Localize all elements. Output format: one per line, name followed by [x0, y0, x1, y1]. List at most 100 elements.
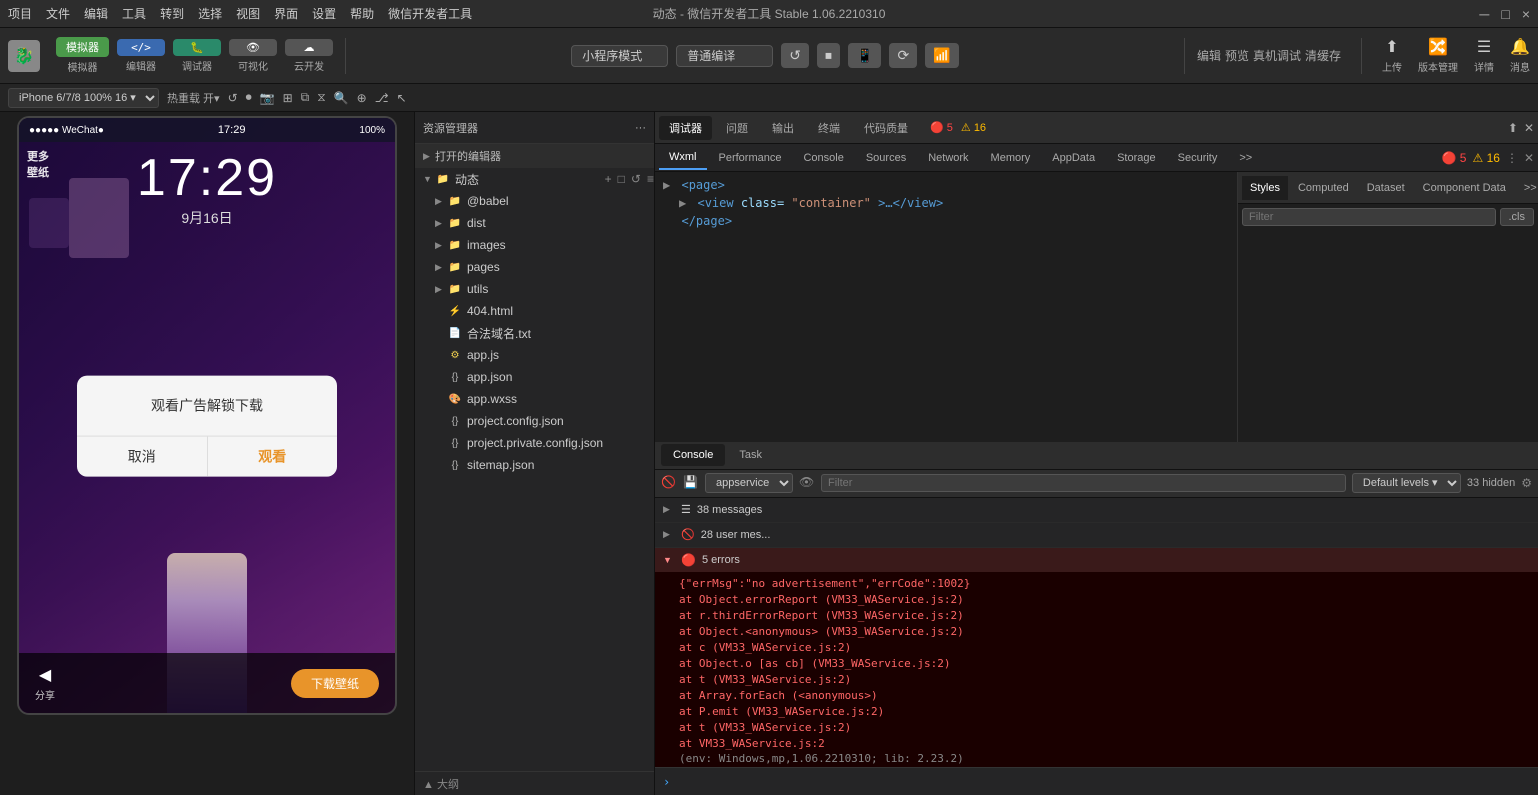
branch-icon[interactable]: ⎇: [375, 91, 389, 105]
phone-confirm-button[interactable]: 观看: [208, 436, 338, 476]
version-action[interactable]: 🔀 版本管理: [1418, 37, 1458, 74]
open-editors-section[interactable]: ▶ 打开的编辑器: [415, 144, 654, 168]
tab-dataset[interactable]: Dataset: [1359, 176, 1413, 200]
tree-item-pages[interactable]: ▶ 📁 pages: [415, 256, 654, 278]
cls-button[interactable]: .cls: [1500, 208, 1535, 226]
tree-item-projectconfig[interactable]: ▶ {} project.config.json: [415, 410, 654, 432]
devtools-tab-output[interactable]: 输出: [762, 116, 804, 140]
menu-wechat-devtools[interactable]: 微信开发者工具: [388, 5, 472, 22]
upload-action[interactable]: ⬆ 上传: [1382, 37, 1402, 74]
styles-filter-input[interactable]: [1242, 208, 1496, 226]
clear-console-icon[interactable]: 🚫: [661, 475, 677, 491]
cloud-button[interactable]: ☁: [285, 39, 333, 56]
cursor-icon[interactable]: ↖: [397, 91, 407, 105]
rotate-button[interactable]: ⟳: [889, 43, 917, 68]
layers-icon[interactable]: ⧖: [317, 90, 325, 105]
devtools-tab-problems[interactable]: 问题: [716, 116, 758, 140]
devtools-tab-terminal[interactable]: 终端: [808, 116, 850, 140]
menu-select[interactable]: 选择: [198, 5, 222, 22]
editor-button[interactable]: </>: [117, 39, 165, 56]
inspector-tab-appdata[interactable]: AppData: [1042, 146, 1105, 170]
compile-select[interactable]: 普通编译 自定义编译: [676, 45, 773, 67]
inspector-tab-security[interactable]: Security: [1168, 146, 1228, 170]
tree-item-utils[interactable]: ▶ 📁 utils: [415, 278, 654, 300]
menu-edit[interactable]: 编辑: [84, 5, 108, 22]
inspector-tab-sources[interactable]: Sources: [856, 146, 916, 170]
collapse-panel-icon[interactable]: ✕: [1524, 151, 1534, 165]
html-line-view[interactable]: ▶ <view class= "container" >…</view>: [663, 194, 1229, 212]
tree-item-appjson[interactable]: ▶ {} app.json: [415, 366, 654, 388]
grid-icon[interactable]: ⊞: [283, 91, 293, 105]
html-line-page-close[interactable]: ▶ </page>: [663, 212, 1229, 230]
eye-icon[interactable]: 👁: [799, 475, 815, 491]
menu-view[interactable]: 视图: [236, 5, 260, 22]
more-icon[interactable]: ⋮: [1506, 151, 1518, 165]
menu-goto[interactable]: 转到: [160, 5, 184, 22]
user-messages-header[interactable]: ▶ 🚫 28 user mes...: [655, 523, 1538, 547]
maximize-button[interactable]: □: [1501, 6, 1509, 22]
mode-select[interactable]: 小程序模式 插件模式: [571, 45, 668, 67]
explorer-menu-icon[interactable]: ···: [635, 122, 646, 134]
network-icon[interactable]: ⊕: [357, 91, 367, 105]
phone-download-button[interactable]: 下载壁纸: [291, 669, 379, 698]
detail-action[interactable]: ☰ 详情: [1474, 37, 1494, 74]
inspector-tab-wxml[interactable]: Wxml: [659, 146, 707, 170]
simulator-button[interactable]: 模拟器: [56, 37, 109, 57]
inspector-tab-storage[interactable]: Storage: [1107, 146, 1166, 170]
copy-icon[interactable]: ⧉: [301, 90, 310, 105]
stop-button[interactable]: ⏹: [817, 43, 840, 68]
devtools-close-icon[interactable]: ✕: [1524, 121, 1534, 135]
appservice-select[interactable]: appservice: [705, 473, 793, 493]
tree-item-404[interactable]: ▶ ⚡ 404.html: [415, 300, 654, 322]
screenshot-icon[interactable]: 📷: [260, 91, 275, 105]
menu-interface[interactable]: 界面: [274, 5, 298, 22]
phone-button[interactable]: 📱: [848, 43, 881, 68]
preserve-log-icon[interactable]: 💾: [683, 475, 699, 491]
inspector-tab-console[interactable]: Console: [793, 146, 853, 170]
search-icon-device[interactable]: 🔍: [334, 91, 349, 105]
tree-item-images[interactable]: ▶ 📁 images: [415, 234, 654, 256]
inspector-tab-more[interactable]: >>: [1229, 146, 1262, 170]
tree-item-babel[interactable]: ▶ 📁 @babel: [415, 190, 654, 212]
menu-settings[interactable]: 设置: [312, 5, 336, 22]
tree-item-sitemap[interactable]: ▶ {} sitemap.json: [415, 454, 654, 476]
phone-cancel-button[interactable]: 取消: [77, 436, 208, 476]
console-filter-input[interactable]: [821, 474, 1346, 492]
close-button[interactable]: ×: [1522, 6, 1530, 22]
errors-section-header[interactable]: ▼ 🔴 5 errors: [655, 548, 1538, 572]
minimize-button[interactable]: ─: [1479, 6, 1489, 22]
devtools-expand-icon[interactable]: ⬆: [1508, 121, 1518, 135]
tab-more-right[interactable]: >>: [1516, 176, 1538, 200]
message-action[interactable]: 🔔 消息: [1510, 37, 1530, 74]
tree-item-dist[interactable]: ▶ 📁 dist: [415, 212, 654, 234]
task-tab[interactable]: Task: [727, 444, 774, 466]
devtools-tab-debugger[interactable]: 调试器: [659, 116, 712, 140]
tab-styles[interactable]: Styles: [1242, 176, 1288, 200]
refresh-icon[interactable]: ↺: [228, 91, 238, 105]
wifi-button[interactable]: 📶: [925, 43, 958, 68]
tab-computed[interactable]: Computed: [1290, 176, 1357, 200]
console-tab[interactable]: Console: [661, 444, 725, 466]
hot-reload-select[interactable]: 热重载 开▾: [167, 90, 220, 106]
level-select[interactable]: Default levels ▾: [1352, 473, 1461, 493]
menu-file[interactable]: 文件: [46, 5, 70, 22]
inspector-tab-memory[interactable]: Memory: [981, 146, 1041, 170]
project-root-item[interactable]: ▼ 📁 动态 + □ ↺ ≡: [415, 168, 654, 190]
devtools-tab-quality[interactable]: 代码质量: [854, 116, 918, 140]
collapse-icon[interactable]: ≡: [647, 172, 654, 186]
inspector-tab-network[interactable]: Network: [918, 146, 978, 170]
add-file-icon[interactable]: +: [605, 172, 612, 186]
tree-item-appjs[interactable]: ▶ ⚙ app.js: [415, 344, 654, 366]
menu-tool[interactable]: 工具: [122, 5, 146, 22]
debug-button[interactable]: 🐛: [173, 39, 221, 56]
tree-item-appwxss[interactable]: ▶ 🎨 app.wxss: [415, 388, 654, 410]
tree-item-domain[interactable]: ▶ 📄 合法域名.txt: [415, 322, 654, 344]
refresh-button[interactable]: ↺: [781, 43, 809, 68]
tab-component-data[interactable]: Component Data: [1415, 176, 1514, 200]
html-line-page[interactable]: ▶ <page>: [663, 176, 1229, 194]
record-icon[interactable]: ⏺: [246, 90, 252, 105]
messages-section-header[interactable]: ▶ ☰ 38 messages: [655, 498, 1538, 522]
menu-help[interactable]: 帮助: [350, 5, 374, 22]
console-settings-icon[interactable]: ⚙: [1521, 476, 1532, 490]
inspector-tab-performance[interactable]: Performance: [709, 146, 792, 170]
